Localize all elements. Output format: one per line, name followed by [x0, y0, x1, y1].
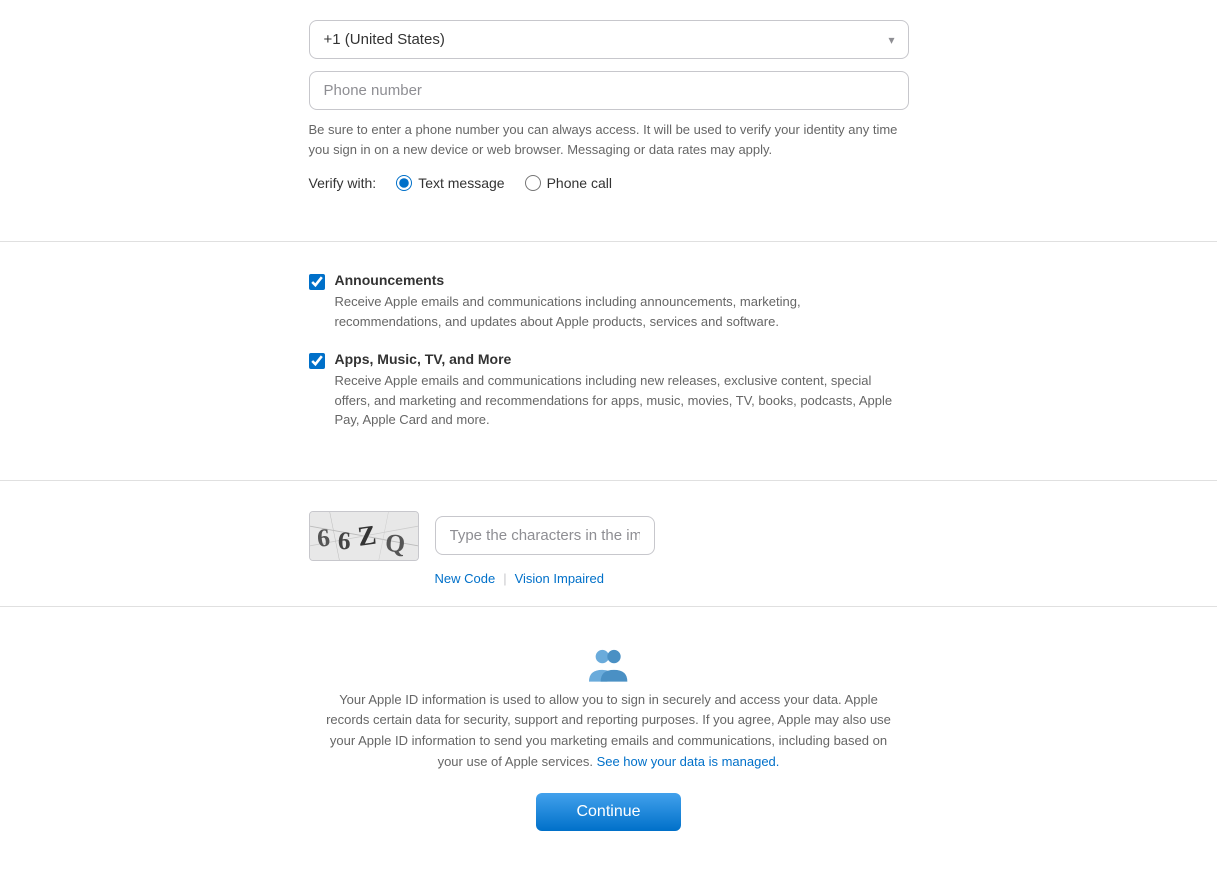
- captcha-input[interactable]: [435, 516, 655, 555]
- svg-text:Q: Q: [384, 527, 406, 558]
- privacy-section: Your Apple ID information is used to all…: [319, 617, 899, 851]
- verify-with-row: Verify with: Text message Phone call: [309, 175, 909, 191]
- text-message-option[interactable]: Text message: [396, 175, 504, 191]
- apps-music-checkbox[interactable]: [309, 353, 325, 369]
- privacy-link[interactable]: See how your data is managed.: [597, 754, 780, 769]
- checkboxes-section: Announcements Receive Apple emails and c…: [309, 252, 909, 470]
- verify-with-label: Verify with:: [309, 175, 377, 191]
- apps-music-text: Apps, Music, TV, and More Receive Apple …: [335, 351, 909, 430]
- svg-text:6: 6: [337, 525, 351, 555]
- new-code-button[interactable]: New Code: [435, 571, 496, 586]
- apps-music-item: Apps, Music, TV, and More Receive Apple …: [309, 351, 909, 430]
- announcements-title: Announcements: [335, 272, 909, 288]
- people-icon: [584, 647, 634, 690]
- captcha-links: New Code | Vision Impaired: [435, 571, 604, 586]
- vision-impaired-button[interactable]: Vision Impaired: [515, 571, 604, 586]
- announcements-item: Announcements Receive Apple emails and c…: [309, 272, 909, 331]
- phone-helper-text: Be sure to enter a phone number you can …: [309, 120, 909, 159]
- phone-number-input[interactable]: [309, 71, 909, 110]
- apps-music-description: Receive Apple emails and communications …: [335, 371, 909, 430]
- phone-call-radio[interactable]: [525, 175, 541, 191]
- announcements-text: Announcements Receive Apple emails and c…: [335, 272, 909, 331]
- announcements-checkbox[interactable]: [309, 274, 325, 290]
- captcha-image: 6 6 Z Q: [309, 511, 419, 561]
- svg-text:Z: Z: [355, 519, 379, 552]
- privacy-text: Your Apple ID information is used to all…: [319, 690, 899, 773]
- text-message-label: Text message: [418, 175, 504, 191]
- country-select[interactable]: +1 (United States) +44 (United Kingdom) …: [309, 20, 909, 59]
- captcha-row: 6 6 Z Q: [309, 511, 655, 561]
- phone-call-option[interactable]: Phone call: [525, 175, 612, 191]
- continue-button[interactable]: Continue: [536, 793, 680, 831]
- captcha-separator: |: [503, 571, 506, 586]
- phone-call-label: Phone call: [547, 175, 612, 191]
- country-select-wrapper: +1 (United States) +44 (United Kingdom) …: [309, 20, 909, 59]
- text-message-radio[interactable]: [396, 175, 412, 191]
- apps-music-title: Apps, Music, TV, and More: [335, 351, 909, 367]
- captcha-section: 6 6 Z Q New Code | Vision Impaired: [309, 491, 909, 596]
- announcements-description: Receive Apple emails and communications …: [335, 292, 909, 331]
